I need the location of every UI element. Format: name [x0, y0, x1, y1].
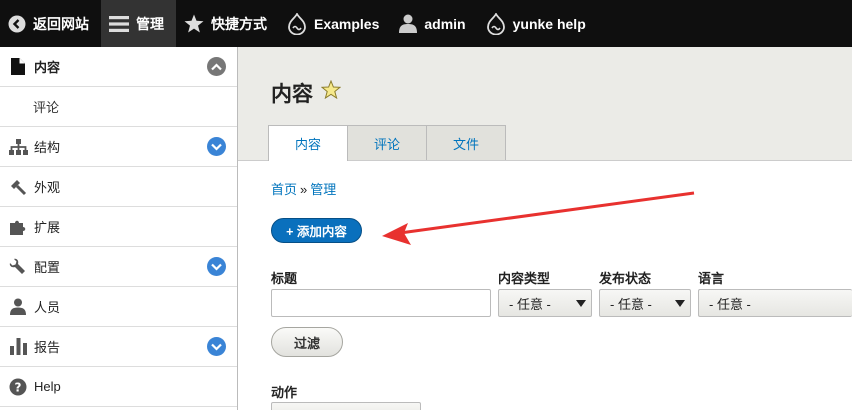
status-filter-select[interactable]: - 任意 -: [599, 289, 691, 317]
breadcrumb-current-link[interactable]: 管理: [310, 182, 336, 197]
filter-button[interactable]: 过滤: [271, 327, 343, 357]
status-filter-value: - 任意 -: [610, 296, 652, 312]
type-filter-label: 内容类型: [498, 271, 551, 286]
file-icon: [8, 57, 28, 77]
drupal-drop-icon: [486, 12, 505, 35]
chevron-down-icon: [211, 343, 222, 351]
user-label: admin: [424, 15, 466, 32]
caret-down-icon: [675, 300, 685, 307]
language-filter-select[interactable]: - 任意 -: [698, 289, 852, 317]
shortcuts-label: 快捷方式: [211, 15, 267, 32]
manage-label: 管理: [136, 15, 164, 32]
user-icon: [8, 297, 28, 317]
expand-toggle-button[interactable]: [207, 337, 226, 356]
back-to-site-label: 返回网站: [33, 15, 89, 32]
wrench-icon: [8, 257, 28, 277]
expand-toggle-button[interactable]: [207, 137, 226, 156]
sidebar-item-label: 外观: [34, 180, 61, 195]
action-label: 动作: [271, 385, 298, 400]
title-filter-input[interactable]: [271, 289, 491, 317]
bookmark-star-icon[interactable]: [321, 80, 341, 99]
content-area: 首页» 管理 + 添加内容 标题 内容类型 - 任意 - 发布状态 - 任意 - …: [238, 161, 852, 410]
sidebar-item-structure[interactable]: 结构: [0, 127, 237, 167]
sidebar-item-configuration[interactable]: 配置: [0, 247, 237, 287]
paintbrush-icon: [8, 177, 28, 197]
language-filter-value: - 任意 -: [709, 296, 751, 312]
sidebar-item-extend[interactable]: 扩展: [0, 207, 237, 247]
chevron-left-circle-icon: [8, 15, 26, 32]
puzzle-icon: [8, 217, 28, 237]
language-filter-label: 语言: [698, 271, 725, 286]
chevron-up-icon: [211, 62, 222, 70]
drupal-drop-icon: [288, 12, 306, 35]
shortcuts-button[interactable]: 快捷方式: [176, 0, 279, 47]
examples-button[interactable]: Examples: [279, 0, 391, 47]
examples-label: Examples: [314, 15, 380, 32]
sidebar-item-label: 人员: [34, 300, 61, 315]
sidebar-item-label: 报告: [34, 340, 61, 355]
sidebar-item-comments[interactable]: 评论: [0, 87, 237, 127]
menu-icon: [109, 15, 129, 32]
tab-content[interactable]: 内容: [268, 125, 349, 161]
help-circle-icon: ?: [8, 377, 28, 397]
breadcrumb-separator: »: [300, 182, 308, 197]
title-filter-label: 标题: [271, 271, 298, 286]
sidebar-item-label: Help: [34, 379, 61, 394]
star-icon: [184, 14, 204, 33]
tab-comments[interactable]: 评论: [347, 125, 428, 160]
sidebar-item-label: 扩展: [34, 220, 61, 235]
admin-toolbar: 返回网站 管理 快捷方式 Examples admin yunke help: [0, 0, 852, 47]
sidebar-item-reports[interactable]: 报告: [0, 327, 237, 367]
annotation-arrow-icon: [382, 191, 695, 245]
sidebar-item-label: 结构: [34, 140, 61, 155]
breadcrumb-home-link[interactable]: 首页: [271, 182, 297, 197]
bar-chart-icon: [8, 337, 28, 357]
chevron-down-icon: [211, 263, 222, 271]
manage-menu-button[interactable]: 管理: [101, 0, 176, 47]
back-to-site-link[interactable]: 返回网站: [0, 0, 101, 47]
breadcrumb: 首页» 管理: [271, 179, 336, 198]
collapse-toggle-button[interactable]: [207, 57, 226, 76]
sidebar-item-label: 配置: [34, 260, 61, 275]
user-menu-button[interactable]: admin: [391, 0, 477, 47]
admin-sidebar: 内容 评论 结构 外观 扩展 配置 人员 报告 ? Help: [0, 47, 238, 410]
sidebar-item-content[interactable]: 内容: [0, 47, 237, 87]
help-menu-button[interactable]: yunke help: [478, 0, 598, 47]
sidebar-item-label: 内容: [34, 60, 61, 75]
help-label: yunke help: [512, 15, 586, 32]
sidebar-item-label: 评论: [33, 100, 60, 115]
status-filter-label: 发布状态: [599, 271, 652, 286]
sitemap-icon: [8, 137, 28, 157]
caret-down-icon: [576, 300, 586, 307]
sidebar-item-appearance[interactable]: 外观: [0, 167, 237, 207]
page-header: 内容 内容 评论 文件: [238, 47, 852, 161]
page-title: 内容: [271, 83, 313, 106]
user-icon: [399, 14, 418, 33]
sidebar-item-help[interactable]: ? Help: [0, 367, 237, 407]
chevron-down-icon: [211, 143, 222, 151]
expand-toggle-button[interactable]: [207, 257, 226, 276]
action-select[interactable]: [271, 402, 421, 410]
sidebar-item-people[interactable]: 人员: [0, 287, 237, 327]
tab-files[interactable]: 文件: [426, 125, 507, 160]
type-filter-select[interactable]: - 任意 -: [498, 289, 592, 317]
main-region: 内容 内容 评论 文件 首页» 管理 + 添加内容 标题 内容类型 - 任意 - …: [238, 47, 852, 410]
primary-tabs: 内容 评论 文件: [268, 125, 507, 161]
add-content-button[interactable]: + 添加内容: [271, 218, 362, 243]
type-filter-value: - 任意 -: [509, 296, 551, 312]
svg-text:?: ?: [15, 380, 22, 394]
